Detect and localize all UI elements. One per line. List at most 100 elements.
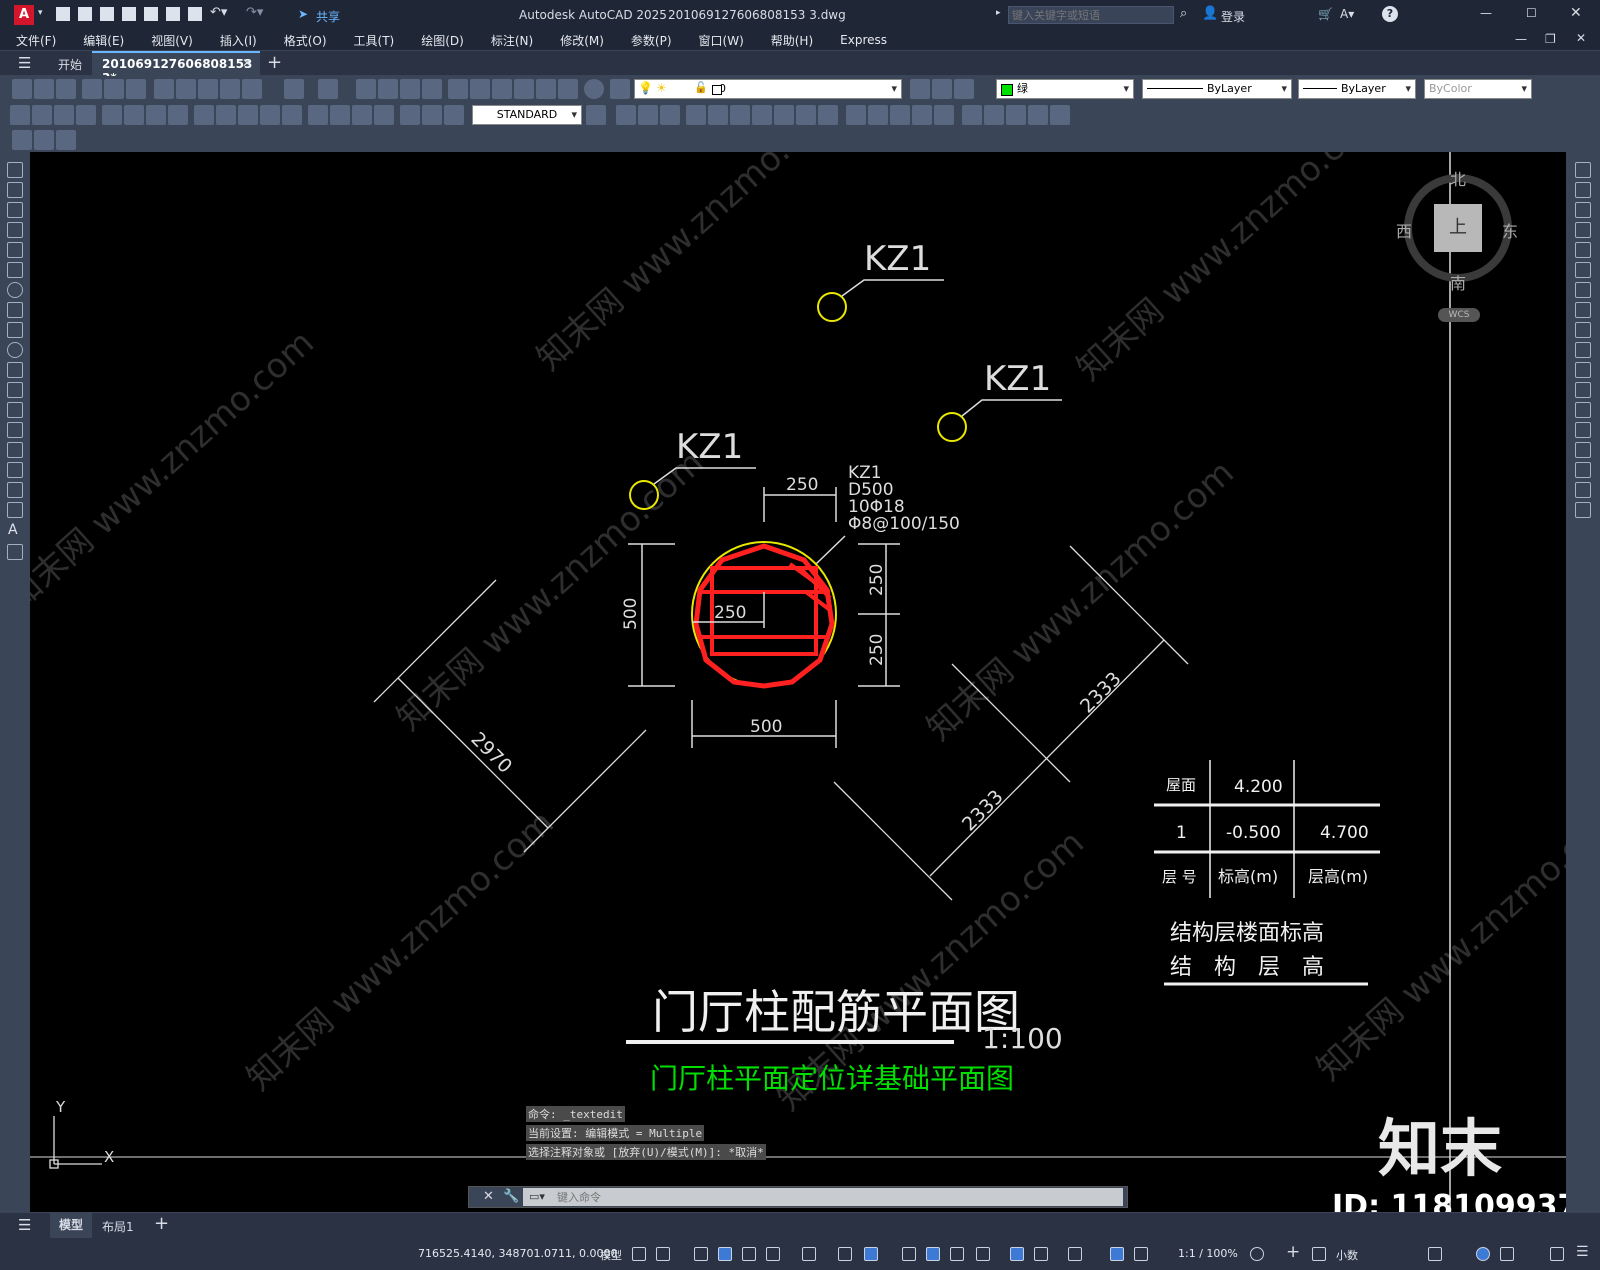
command-input[interactable] — [523, 1188, 1123, 1206]
visual-conceptual-icon[interactable] — [934, 105, 954, 125]
ellipse-icon[interactable] — [7, 342, 23, 358]
3d-osnap-icon[interactable] — [976, 1247, 990, 1261]
spline-icon[interactable] — [7, 322, 23, 338]
search-icon[interactable]: ⌕ — [1180, 6, 1187, 21]
doc-restore-icon[interactable]: ❐ — [1545, 32, 1556, 46]
menu-dimension[interactable]: 标注(N) — [491, 32, 533, 49]
text-style-dropdown[interactable]: STANDARD — [472, 105, 582, 125]
angular-dim-icon[interactable] — [168, 105, 188, 125]
plotstyle-dropdown[interactable]: ByColor — [1424, 79, 1532, 99]
region-icon[interactable] — [7, 482, 23, 498]
dynamic-ucs-icon[interactable] — [1010, 1247, 1024, 1261]
viewcube-north[interactable]: 北 — [1450, 166, 1466, 190]
zoom-realtime-icon[interactable] — [378, 79, 398, 99]
viewcube-south[interactable]: 南 — [1450, 270, 1466, 294]
cut-icon[interactable] — [154, 79, 174, 99]
save-icon[interactable] — [100, 7, 114, 21]
viewcube-west[interactable]: 西 — [1396, 218, 1412, 242]
viewcube-top-face[interactable]: 上 — [1434, 204, 1482, 252]
login-button[interactable]: 登录 — [1221, 8, 1245, 25]
view-left-icon[interactable] — [660, 105, 680, 125]
mtext-icon[interactable]: A — [8, 522, 18, 538]
dim-break-icon[interactable] — [282, 105, 302, 125]
object-snap-icon[interactable] — [864, 1247, 878, 1261]
help-tool-icon[interactable] — [584, 79, 604, 99]
model-space-button[interactable]: 模型 — [600, 1247, 622, 1263]
sheet-set-icon[interactable] — [514, 79, 534, 99]
inspection-icon[interactable] — [352, 105, 372, 125]
menu-insert[interactable]: 插入(I) — [220, 32, 257, 49]
publish-icon[interactable] — [144, 7, 158, 21]
layer-manager-icon[interactable] — [610, 79, 630, 99]
design-center-icon[interactable] — [470, 79, 490, 99]
blend-icon[interactable] — [1575, 482, 1591, 498]
hatch-icon[interactable] — [7, 442, 23, 458]
autodesk-app-icon[interactable]: A▾ — [1340, 7, 1354, 21]
insert-block-icon[interactable] — [7, 382, 23, 398]
infer-constraints-icon[interactable] — [694, 1247, 708, 1261]
redo-tool-icon[interactable] — [318, 79, 338, 99]
continue-dim-icon[interactable] — [238, 105, 258, 125]
markup-icon[interactable] — [536, 79, 556, 99]
calculator-icon[interactable] — [558, 79, 578, 99]
line-icon[interactable] — [7, 162, 23, 178]
new-icon[interactable] — [12, 79, 32, 99]
undo-icon[interactable]: ↶▾ — [210, 5, 227, 20]
close-window-icon[interactable]: ✕ — [1570, 5, 1582, 21]
scale-icon[interactable] — [1575, 302, 1591, 318]
offset-icon[interactable] — [1575, 222, 1591, 238]
open-file-icon[interactable] — [78, 7, 92, 21]
jogged-dim-icon[interactable] — [124, 105, 144, 125]
help-icon[interactable]: ? — [1382, 6, 1398, 22]
make-current-layer-icon[interactable] — [910, 79, 930, 99]
block-editor-icon[interactable] — [242, 79, 262, 99]
rectangle-icon[interactable] — [7, 242, 23, 258]
hardware-acceleration-icon[interactable] — [1476, 1247, 1490, 1261]
preview-icon[interactable] — [104, 79, 124, 99]
maximize-window-icon[interactable]: ☐ — [1526, 6, 1537, 20]
color-dropdown[interactable]: 绿 — [996, 79, 1134, 99]
tab-model[interactable]: 模型 — [50, 1213, 92, 1238]
viewcube[interactable]: 上 — [1404, 174, 1512, 282]
grid-icon[interactable] — [632, 1247, 646, 1261]
transparency-icon[interactable] — [926, 1247, 940, 1261]
layer-previous-icon[interactable] — [932, 79, 952, 99]
menu-view[interactable]: 视图(V) — [151, 32, 193, 49]
tab-document[interactable]: 201069127606808153 3* ✕ — [92, 51, 260, 85]
copy-icon[interactable] — [176, 79, 196, 99]
center-mark-icon[interactable] — [330, 105, 350, 125]
radius-dim-icon[interactable] — [102, 105, 122, 125]
chamfer-icon[interactable] — [1575, 442, 1591, 458]
isolate-objects-icon[interactable] — [1500, 1247, 1514, 1261]
viewcube-east[interactable]: 东 — [1502, 218, 1518, 242]
union-icon[interactable] — [1006, 105, 1026, 125]
break-point-icon[interactable] — [1575, 382, 1591, 398]
block-attribute-icon[interactable] — [34, 130, 54, 150]
attribute-edit-icon[interactable] — [12, 130, 32, 150]
polyline-icon[interactable] — [7, 202, 23, 218]
ortho-icon[interactable] — [742, 1247, 756, 1261]
publish-icon[interactable] — [126, 79, 146, 99]
paste-icon[interactable] — [198, 79, 218, 99]
annotation-monitor-icon[interactable]: + — [1286, 1242, 1300, 1262]
properties-icon[interactable] — [448, 79, 468, 99]
doc-minimize-icon[interactable]: — — [1515, 32, 1527, 46]
command-prompt-icon[interactable]: ▭▾ — [529, 1190, 545, 1203]
menu-file[interactable]: 文件(F) — [16, 32, 56, 49]
new-file-icon[interactable] — [56, 7, 70, 21]
quick-properties-icon[interactable] — [1428, 1247, 1442, 1261]
undo-tool-icon[interactable] — [284, 79, 304, 99]
auto-scale-icon[interactable] — [1134, 1247, 1148, 1261]
trim-icon[interactable] — [1575, 342, 1591, 358]
dim-space-icon[interactable] — [260, 105, 280, 125]
copy-object-icon[interactable] — [1575, 182, 1591, 198]
add-selected-icon[interactable] — [7, 544, 23, 560]
polygon-icon[interactable] — [7, 222, 23, 238]
share-icon[interactable]: ➤ — [298, 7, 308, 21]
customize-menu-icon[interactable]: ☰ — [1576, 1244, 1589, 1260]
tab-start[interactable]: 开始 — [58, 56, 82, 73]
dynamic-input-icon[interactable] — [718, 1247, 732, 1261]
dim-edit-icon[interactable] — [400, 105, 420, 125]
revision-cloud-icon[interactable] — [7, 302, 23, 318]
command-customize-icon[interactable]: 🔧 — [503, 1189, 519, 1204]
